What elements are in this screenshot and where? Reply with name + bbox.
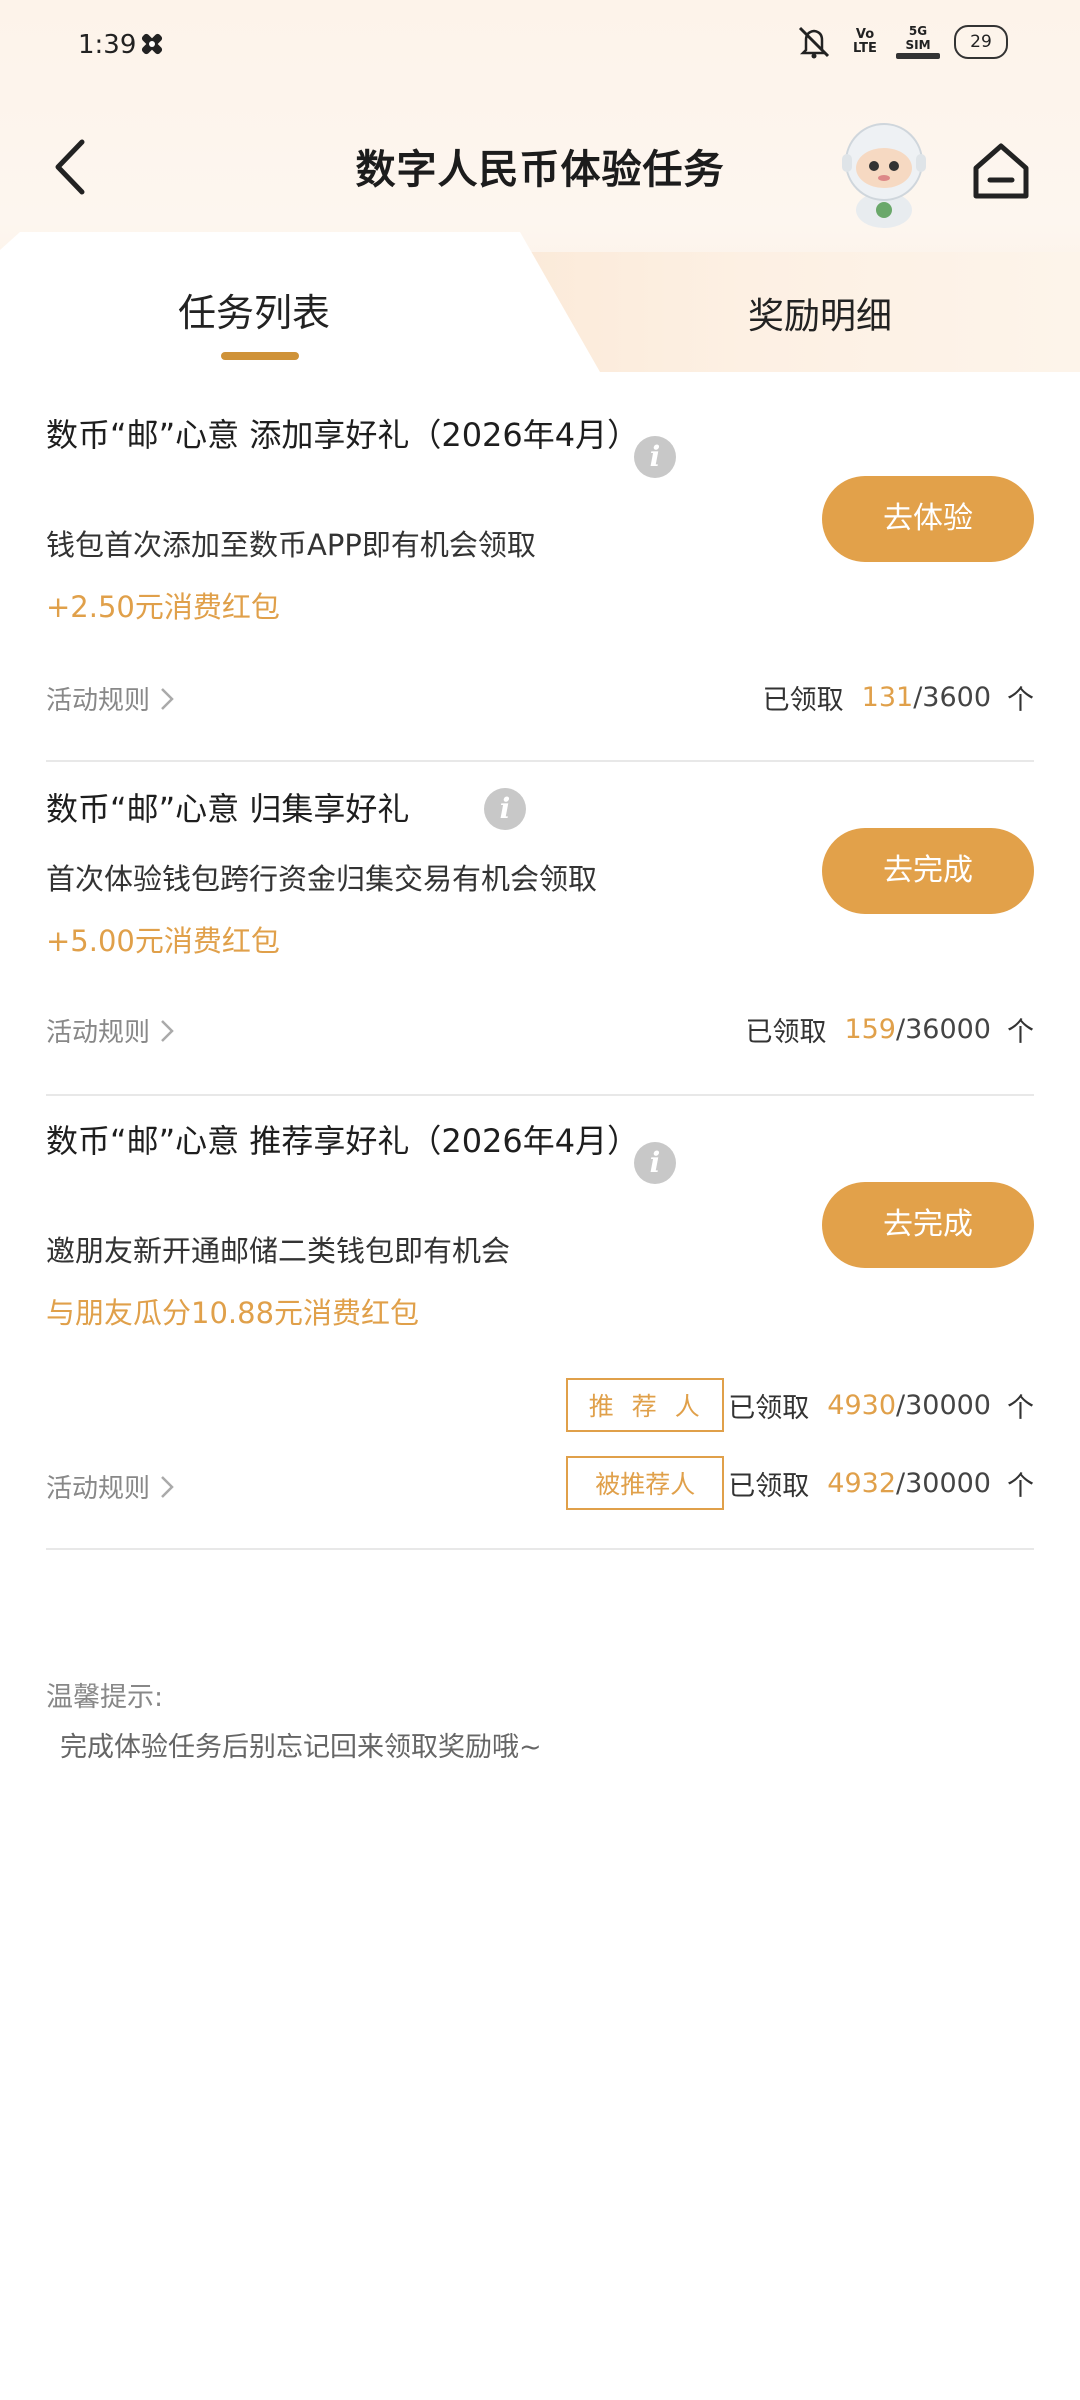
complete-button[interactable]: 去完成 bbox=[822, 828, 1034, 914]
battery-icon: 29 bbox=[954, 25, 1008, 59]
claim-status-referrer: 推荐人 已领取 4930 /30000 个 bbox=[566, 1378, 1034, 1432]
activity-rules-link[interactable]: 活动规则 bbox=[46, 680, 174, 717]
task-card-add: 数币“邮”心意 添加享好礼（2026年4月） i 钱包首次添加至数币APP即有机… bbox=[46, 412, 1034, 732]
signal-indicator: 5G SIM bbox=[896, 24, 940, 60]
task-description: 钱包首次添加至数币APP即有机会领取 bbox=[46, 528, 536, 562]
rules-label: 活动规则 bbox=[46, 686, 151, 716]
claim-status: 已领取 159 /36000 个 bbox=[745, 1010, 1034, 1049]
task-title: 数币“邮”心意 添加享好礼（2026年4月） bbox=[46, 416, 640, 454]
sim-label: SIM bbox=[905, 38, 931, 52]
claim-total: /36000 bbox=[896, 1014, 991, 1045]
battery-level: 29 bbox=[970, 32, 992, 52]
claim-total: /3600 bbox=[913, 682, 991, 713]
task-title: 数币“邮”心意 归集享好礼 bbox=[46, 790, 410, 828]
task-card-collect: 数币“邮”心意 归集享好礼 i 首次体验钱包跨行资金归集交易有机会领取 +5.0… bbox=[46, 786, 1034, 1066]
mascot-robot-icon bbox=[842, 123, 926, 228]
task-reward: +5.00元消费红包 bbox=[46, 924, 280, 958]
signal-bars-icon bbox=[896, 53, 940, 59]
complete-button[interactable]: 去完成 bbox=[822, 1182, 1034, 1268]
volte-indicator: Vo LTE bbox=[848, 28, 882, 56]
chevron-right-icon bbox=[161, 1019, 174, 1042]
tips-text: 完成体验任务后别忘记回来领取奖励哦~ bbox=[60, 1732, 542, 1763]
claim-status-referee: 被推荐人 已领取 4932 /30000 个 bbox=[566, 1456, 1034, 1510]
claimed-count: 131 bbox=[861, 682, 914, 713]
divider bbox=[46, 1548, 1034, 1550]
divider bbox=[46, 1094, 1034, 1096]
task-reward: +2.50元消费红包 bbox=[46, 590, 280, 624]
claimed-count: 4930 bbox=[827, 1389, 896, 1421]
claim-total: /30000 bbox=[896, 1467, 991, 1499]
tab-bar: 任务列表 奖励明细 bbox=[0, 232, 1080, 372]
volte-label: Vo LTE bbox=[853, 27, 877, 56]
tab-task-list[interactable]: 任务列表 bbox=[178, 282, 330, 337]
info-icon[interactable]: i bbox=[634, 1142, 676, 1184]
tab-reward-details[interactable]: 奖励明细 bbox=[748, 287, 892, 339]
claimed-label: 已领取 bbox=[728, 1470, 810, 1502]
chevron-right-icon bbox=[161, 687, 174, 710]
tab-active-indicator bbox=[221, 352, 299, 360]
try-button[interactable]: 去体验 bbox=[822, 476, 1034, 562]
task-card-refer: 数币“邮”心意 推荐享好礼（2026年4月） i 邀朋友新开通邮储二类钱包即有机… bbox=[46, 1118, 1034, 1518]
claimed-label: 已领取 bbox=[745, 1017, 827, 1048]
claim-unit: 个 bbox=[1007, 1017, 1034, 1048]
activity-rules-link[interactable]: 活动规则 bbox=[46, 1468, 174, 1505]
home-button[interactable] bbox=[968, 140, 1034, 202]
rules-label: 活动规则 bbox=[46, 1474, 151, 1504]
claim-total: /30000 bbox=[896, 1389, 991, 1421]
claimed-count: 159 bbox=[844, 1014, 896, 1045]
mute-icon bbox=[798, 26, 830, 59]
role-tag-referrer: 推荐人 bbox=[566, 1378, 725, 1432]
claim-unit: 个 bbox=[1007, 685, 1034, 716]
status-bar: 1:39 Vo LTE 5G SIM 29 bbox=[0, 0, 1080, 95]
claimed-label: 已领取 bbox=[762, 685, 844, 716]
divider bbox=[46, 760, 1034, 762]
activity-rules-link[interactable]: 活动规则 bbox=[46, 1012, 174, 1049]
task-description: 邀朋友新开通邮储二类钱包即有机会 bbox=[46, 1234, 511, 1268]
network-label: 5G bbox=[908, 24, 928, 38]
tips-title: 温馨提示: bbox=[46, 1682, 164, 1713]
claimed-label: 已领取 bbox=[728, 1392, 810, 1424]
role-tag-referee: 被推荐人 bbox=[566, 1456, 725, 1510]
claimed-count: 4932 bbox=[827, 1467, 896, 1499]
info-icon[interactable]: i bbox=[484, 788, 526, 830]
task-reward: 与朋友瓜分10.88元消费红包 bbox=[46, 1296, 420, 1330]
task-title: 数币“邮”心意 推荐享好礼（2026年4月） bbox=[46, 1122, 640, 1160]
claim-status: 已领取 131 /3600 个 bbox=[763, 678, 1034, 717]
info-icon[interactable]: i bbox=[634, 436, 676, 478]
claim-unit: 个 bbox=[1007, 1470, 1034, 1502]
task-description: 首次体验钱包跨行资金归集交易有机会领取 bbox=[46, 862, 598, 896]
rules-label: 活动规则 bbox=[46, 1018, 151, 1048]
claim-unit: 个 bbox=[1007, 1392, 1034, 1424]
chevron-right-icon bbox=[161, 1475, 174, 1498]
accessibility-icon bbox=[141, 33, 163, 55]
status-time: 1:39 bbox=[78, 30, 137, 60]
status-icons: Vo LTE 5G SIM 29 bbox=[794, 22, 1008, 62]
